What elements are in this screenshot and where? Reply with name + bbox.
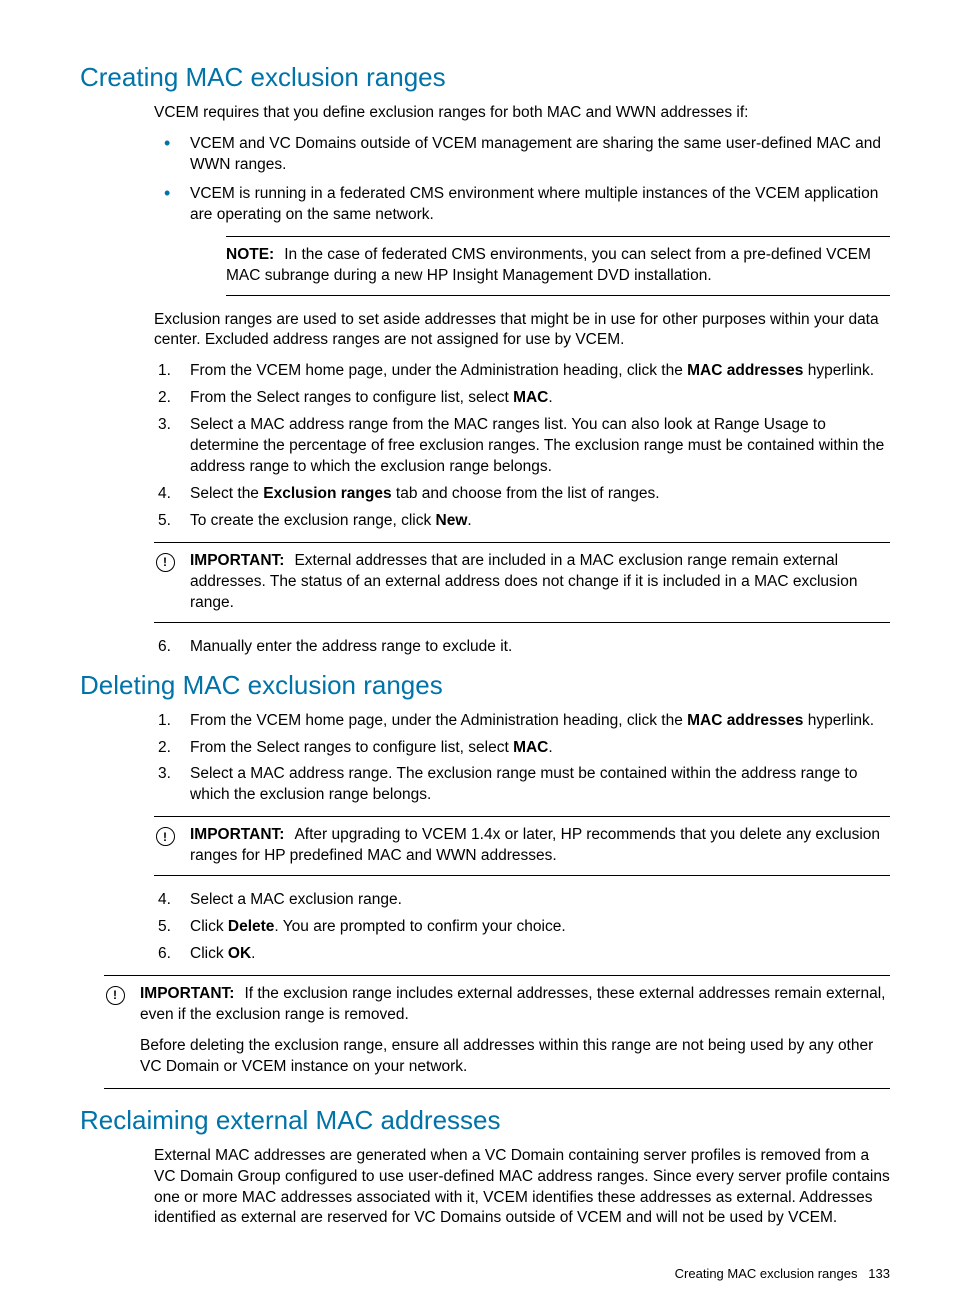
important-icon-col: ! [154, 551, 176, 614]
important-icon-col: ! [104, 984, 126, 1080]
important-text: IMPORTANT:After upgrading to VCEM 1.4x o… [190, 825, 890, 867]
important-text: IMPORTANT:If the exclusion range include… [140, 984, 890, 1080]
step-item: Select a MAC address range from the MAC … [154, 415, 890, 478]
important-box: ! IMPORTANT:After upgrading to VCEM 1.4x… [154, 816, 890, 876]
step-item: From the VCEM home page, under the Admin… [154, 361, 890, 382]
important-icon: ! [106, 986, 125, 1005]
step-item: Select a MAC address range. The exclusio… [154, 764, 890, 806]
para: External MAC addresses are generated whe… [154, 1146, 890, 1230]
step-item: Select the Exclusion ranges tab and choo… [154, 484, 890, 505]
section-deleting-body: From the VCEM home page, under the Admin… [154, 711, 890, 1089]
step-item: Select a MAC exclusion range. [154, 890, 890, 911]
important-para2: Before deleting the exclusion range, ens… [140, 1036, 890, 1078]
step-item: To create the exclusion range, click New… [154, 511, 890, 532]
step-item: From the Select ranges to configure list… [154, 388, 890, 409]
step-item: Click Delete. You are prompted to confir… [154, 917, 890, 938]
bullet-text: VCEM is running in a federated CMS envir… [190, 185, 878, 223]
step-item: Click OK. [154, 944, 890, 965]
important-icon-col: ! [154, 825, 176, 867]
para: Exclusion ranges are used to set aside a… [154, 310, 890, 352]
note-label: NOTE: [226, 246, 274, 263]
heading-reclaiming: Reclaiming external MAC addresses [80, 1103, 902, 1138]
intro-bullets: VCEM and VC Domains outside of VCEM mana… [154, 134, 890, 296]
bullet-item: VCEM and VC Domains outside of VCEM mana… [154, 134, 890, 176]
steps-list: From the VCEM home page, under the Admin… [154, 361, 890, 531]
section-reclaiming-body: External MAC addresses are generated whe… [154, 1146, 890, 1230]
steps-list-cont: Select a MAC exclusion range. Click Dele… [154, 890, 890, 965]
bullet-item: VCEM is running in a federated CMS envir… [154, 184, 890, 296]
section-creating-body: VCEM requires that you define exclusion … [154, 103, 890, 657]
step-item: Manually enter the address range to excl… [154, 637, 890, 658]
note-text: In the case of federated CMS environment… [226, 246, 871, 284]
page-footer: Creating MAC exclusion ranges 133 [52, 1265, 902, 1283]
footer-title: Creating MAC exclusion ranges [675, 1266, 858, 1281]
step-item: From the VCEM home page, under the Admin… [154, 711, 890, 732]
steps-list: From the VCEM home page, under the Admin… [154, 711, 890, 807]
important-box: ! IMPORTANT:If the exclusion range inclu… [104, 975, 890, 1089]
note-box: NOTE:In the case of federated CMS enviro… [226, 236, 890, 296]
important-icon: ! [156, 827, 175, 846]
important-label: IMPORTANT: [190, 552, 284, 569]
important-label: IMPORTANT: [190, 826, 284, 843]
footer-page: 133 [868, 1266, 890, 1281]
heading-creating: Creating MAC exclusion ranges [80, 60, 902, 95]
intro-para: VCEM requires that you define exclusion … [154, 103, 890, 124]
important-text: IMPORTANT:External addresses that are in… [190, 551, 890, 614]
step-item: From the Select ranges to configure list… [154, 738, 890, 759]
heading-deleting: Deleting MAC exclusion ranges [80, 668, 902, 703]
important-label: IMPORTANT: [140, 985, 234, 1002]
important-icon: ! [156, 553, 175, 572]
steps-list-cont: Manually enter the address range to excl… [154, 637, 890, 658]
important-box: ! IMPORTANT:External addresses that are … [154, 542, 890, 623]
